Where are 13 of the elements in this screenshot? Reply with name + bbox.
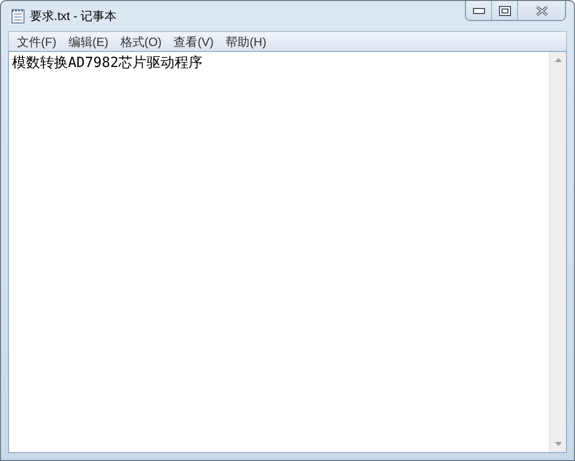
window-title: 要求.txt - 记事本 — [30, 8, 117, 25]
menu-item[interactable]: 格式(O) — [114, 32, 168, 50]
maximize-button[interactable] — [492, 1, 518, 20]
menu-item[interactable]: 查看(V) — [168, 32, 220, 50]
minimize-button[interactable] — [466, 1, 492, 20]
maximize-icon — [498, 6, 510, 16]
close-button[interactable] — [518, 1, 565, 20]
menu-item[interactable]: 文件(F) — [11, 32, 62, 50]
notepad-icon — [11, 8, 25, 24]
minimize-icon — [472, 8, 484, 14]
close-icon — [534, 6, 548, 16]
menu-item[interactable]: 编辑(E) — [62, 32, 114, 50]
menu-item[interactable]: 帮助(H) — [220, 32, 272, 50]
